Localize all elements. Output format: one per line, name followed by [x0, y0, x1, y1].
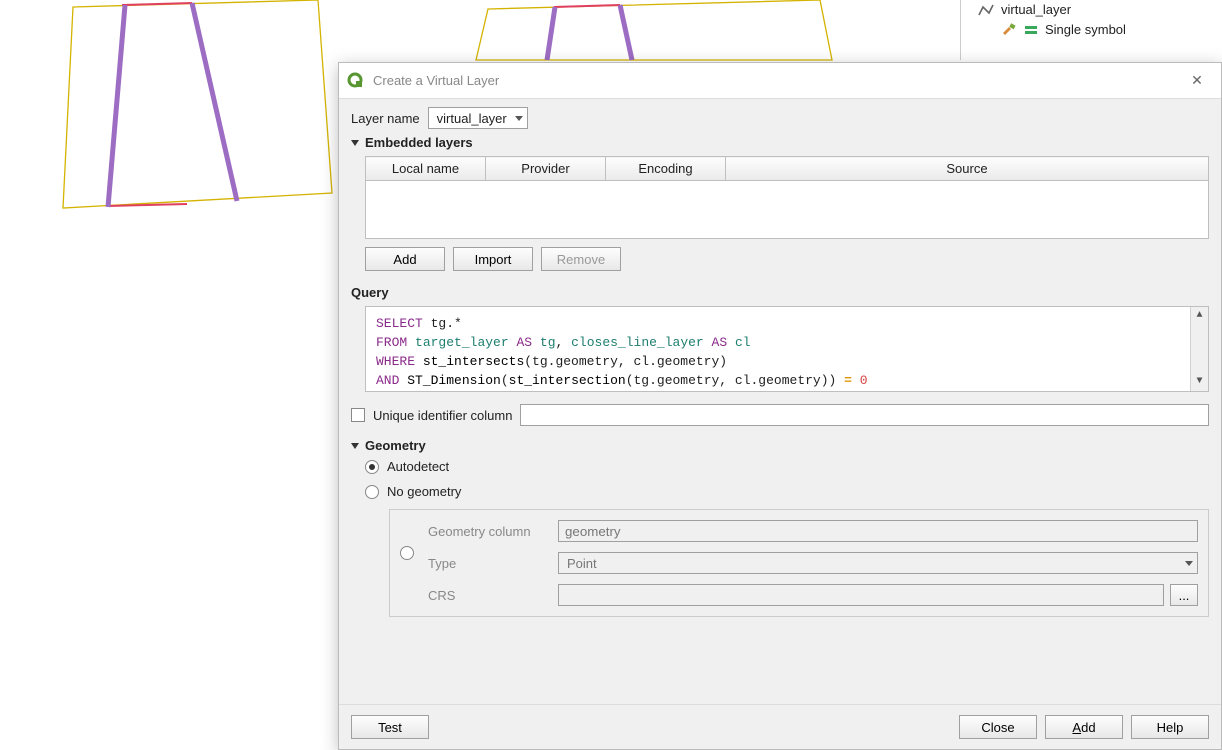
geom-type-value: Point	[567, 556, 597, 571]
section-geometry[interactable]: Geometry	[351, 438, 1209, 453]
radio-nogeom[interactable]	[365, 485, 379, 499]
uic-input[interactable]	[520, 404, 1209, 426]
scroll-up-icon[interactable]: ▲	[1191, 307, 1208, 325]
paintbrush-icon	[1001, 21, 1017, 38]
collapse-triangle-icon	[351, 140, 359, 146]
layer-name-label: Layer name	[351, 111, 420, 126]
sql-ident: target_layer	[415, 335, 509, 350]
chevron-down-icon	[1185, 561, 1193, 566]
sql-kw: FROM	[376, 335, 407, 350]
sql-text: ,	[556, 335, 572, 350]
col-local-name[interactable]: Local name	[366, 157, 486, 181]
sql-op: =	[836, 373, 859, 388]
geometry-manual-group: Geometry column Type Point CRS ...	[389, 509, 1209, 617]
crs-browse-button[interactable]: ...	[1170, 584, 1198, 606]
add-layer-button[interactable]: Add	[1045, 715, 1123, 739]
dialog-create-virtual-layer: Create a Virtual Layer ✕ Layer name virt…	[338, 62, 1222, 750]
edge-highlight-1	[122, 3, 192, 5]
polygon-2	[476, 0, 832, 60]
sql-text: tg.*	[423, 316, 462, 331]
single-symbol-icon	[1023, 23, 1039, 37]
sql-func: st_intersects	[423, 354, 524, 369]
qgis-logo-icon	[347, 72, 365, 90]
test-button[interactable]: Test	[351, 715, 429, 739]
radio-autodetect[interactable]	[365, 460, 379, 474]
layer-name-value: virtual_layer	[437, 111, 507, 126]
sql-kw: SELECT	[376, 316, 423, 331]
sql-func: ST_Dimension	[407, 373, 501, 388]
layer-style-row[interactable]: Single symbol	[961, 19, 1222, 40]
embedded-table-body[interactable]	[365, 181, 1209, 239]
geom-crs-label: CRS	[428, 588, 548, 603]
uic-checkbox[interactable]	[351, 408, 365, 422]
embedded-table[interactable]: Local name Provider Encoding Source	[365, 156, 1209, 181]
sql-kw: AND	[376, 373, 399, 388]
sql-kw: AS	[712, 335, 728, 350]
geom-crs-input[interactable]	[558, 584, 1164, 606]
col-provider[interactable]: Provider	[486, 157, 606, 181]
dialog-titlebar[interactable]: Create a Virtual Layer ✕	[339, 63, 1221, 99]
query-header: Query	[351, 285, 1209, 300]
geom-col-label: Geometry column	[428, 524, 548, 539]
scroll-down-icon[interactable]: ▼	[1191, 373, 1208, 391]
layer-name-dropdown[interactable]: virtual_layer	[428, 107, 528, 129]
layer-item[interactable]: virtual_layer	[961, 0, 1222, 19]
radio-manual[interactable]	[400, 546, 414, 560]
close-dialog-button[interactable]: Close	[959, 715, 1037, 739]
layers-panel[interactable]: virtual_layer Single symbol	[960, 0, 1222, 60]
layer-name: virtual_layer	[1001, 2, 1071, 17]
import-embedded-button[interactable]: Import	[453, 247, 533, 271]
layer-name-row: Layer name virtual_layer	[351, 107, 1209, 129]
sql-kw: WHERE	[376, 354, 415, 369]
uic-label: Unique identifier column	[373, 408, 512, 423]
help-button[interactable]: Help	[1131, 715, 1209, 739]
purple-line-2a	[547, 7, 555, 60]
sql-func: st_intersection	[509, 373, 626, 388]
add-embedded-button[interactable]: Add	[365, 247, 445, 271]
radio-autodetect-label: Autodetect	[387, 459, 449, 474]
purple-line-1a	[108, 5, 125, 207]
query-scrollbar[interactable]: ▲ ▼	[1190, 307, 1208, 391]
remove-embedded-button[interactable]: Remove	[541, 247, 621, 271]
edge-highlight-2	[554, 5, 620, 7]
purple-line-1b	[192, 3, 237, 201]
dialog-footer: Test Close Add Help	[339, 704, 1221, 749]
sql-ident: closes_line_layer	[571, 335, 704, 350]
geom-col-input[interactable]	[558, 520, 1198, 542]
sql-text: (tg.geometry, cl.geometry)	[626, 373, 829, 388]
section-embedded-layers[interactable]: Embedded layers	[351, 135, 1209, 150]
radio-nogeom-label: No geometry	[387, 484, 461, 499]
geom-type-label: Type	[428, 556, 548, 571]
sql-text: (	[501, 373, 509, 388]
geom-type-dropdown[interactable]: Point	[558, 552, 1198, 574]
line-legend-icon	[977, 3, 995, 17]
sql-text: (tg.geometry, cl.geometry)	[524, 354, 727, 369]
sql-ident: cl	[735, 335, 751, 350]
query-editor[interactable]: SELECT tg.* FROM target_layer AS tg, clo…	[365, 306, 1209, 392]
purple-line-2b	[620, 5, 632, 60]
collapse-triangle-icon	[351, 443, 359, 449]
chevron-down-icon	[515, 116, 523, 121]
col-encoding[interactable]: Encoding	[606, 157, 726, 181]
col-source[interactable]: Source	[726, 157, 1209, 181]
close-button[interactable]: ✕	[1181, 67, 1213, 95]
section-label: Geometry	[365, 438, 426, 453]
dialog-title: Create a Virtual Layer	[373, 73, 1181, 88]
section-label: Embedded layers	[365, 135, 473, 150]
layer-style-label: Single symbol	[1045, 22, 1126, 37]
sql-kw: AS	[516, 335, 532, 350]
embedded-table-block: Local name Provider Encoding Source Add …	[351, 156, 1209, 271]
sql-ident: tg	[540, 335, 556, 350]
sql-num: 0	[860, 373, 868, 388]
